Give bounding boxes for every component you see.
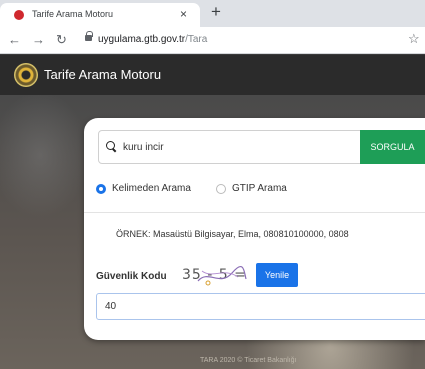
url-host: uygulama.gtb.gov.tr <box>98 34 186 45</box>
captcha-noise <box>197 266 247 286</box>
search-input[interactable] <box>123 139 343 155</box>
star-icon[interactable]: ☆ <box>408 31 420 47</box>
browser-tab[interactable]: Tarife Arama Motoru × <box>0 3 200 27</box>
browser-toolbar: ← → ↻ uygulama.gtb.gov.tr/Tara ☆ <box>0 27 425 54</box>
site-header: Tarife Arama Motoru <box>0 55 425 95</box>
reload-icon[interactable]: ↻ <box>56 31 67 49</box>
footer-text: TARA 2020 © Ticaret Bakanlığı <box>200 357 297 364</box>
search-icon <box>106 141 116 151</box>
sorgula-button[interactable]: SORGULA <box>360 130 425 164</box>
url-text: uygulama.gtb.gov.tr/Tara <box>98 34 207 45</box>
lock-icon[interactable] <box>85 31 93 43</box>
radio-gtip[interactable] <box>216 184 226 194</box>
url-path: /Tara <box>185 34 208 45</box>
forward-icon[interactable]: → <box>32 31 45 49</box>
yenile-button[interactable]: Yenile <box>256 263 298 287</box>
browser-tabstrip: Tarife Arama Motoru × + <box>0 0 425 27</box>
search-card: SORGULA Kelimeden Arama GTIP Arama ÖRNEK… <box>84 118 425 340</box>
radio-kelimeden-label[interactable]: Kelimeden Arama <box>112 183 191 194</box>
back-icon[interactable]: ← <box>8 31 21 49</box>
favicon-icon <box>14 10 24 20</box>
radio-gtip-label[interactable]: GTIP Arama <box>232 183 287 194</box>
new-tab-button[interactable]: + <box>211 1 221 23</box>
divider <box>84 212 425 213</box>
tab-title: Tarife Arama Motoru <box>32 9 114 19</box>
captcha-label: Güvenlik Kodu <box>96 271 167 282</box>
site-title: Tarife Arama Motoru <box>44 67 162 82</box>
address-bar[interactable]: uygulama.gtb.gov.tr/Tara ☆ <box>78 30 420 50</box>
example-text: ÖRNEK: Masaüstü Bilgisayar, Elma, 080810… <box>116 229 349 239</box>
captcha-image: 35 - 5 = <box>178 263 250 289</box>
ministry-logo-icon <box>14 63 38 87</box>
radio-kelimeden[interactable] <box>96 184 106 194</box>
captcha-answer-input[interactable] <box>96 293 425 320</box>
tab-close-button[interactable]: × <box>180 6 187 22</box>
